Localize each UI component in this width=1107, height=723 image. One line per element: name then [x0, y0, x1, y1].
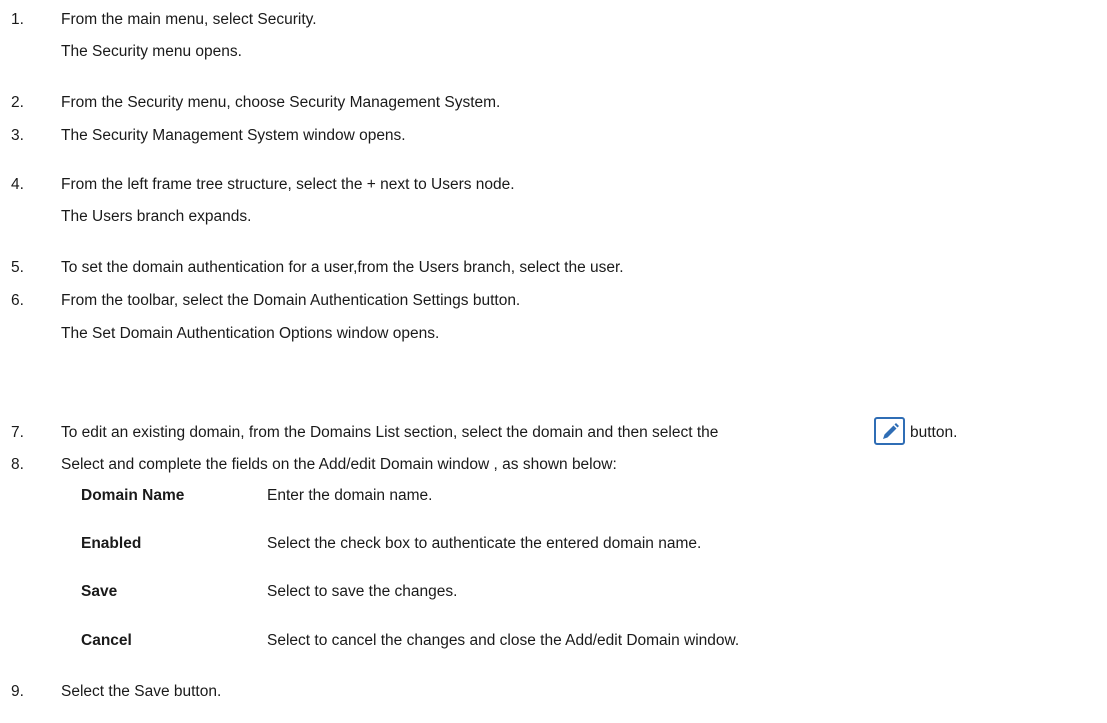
- step-7-number: 7.: [11, 424, 24, 441]
- field-term-cancel: Cancel: [81, 632, 132, 649]
- field-term-enabled: Enabled: [81, 535, 142, 552]
- step-9-number: 9.: [11, 683, 24, 700]
- step-3-text: The Security Management System window op…: [61, 127, 406, 144]
- step-1-number: 1.: [11, 11, 24, 28]
- step-2-text: From the Security menu, choose Security …: [61, 94, 501, 111]
- step-8-number: 8.: [11, 456, 24, 473]
- step-1-text: From the main menu, select Security.: [61, 11, 317, 28]
- field-term-save: Save: [81, 583, 118, 600]
- step-5-number: 5.: [11, 259, 24, 276]
- step-9-text: Select the Save button.: [61, 683, 222, 700]
- step-6-result: The Set Domain Authentication Options wi…: [61, 325, 440, 342]
- step-7-text: To edit an existing domain, from the Dom…: [61, 424, 719, 441]
- step-5-text: To set the domain authentication for a u…: [61, 259, 624, 276]
- step-4-result: The Users branch expands.: [61, 208, 252, 225]
- field-def-domain-name: Enter the domain name.: [267, 487, 433, 504]
- step-4-number: 4.: [11, 176, 24, 193]
- edit-pencil-icon: [874, 417, 905, 445]
- field-term-domain-name: Domain Name: [81, 487, 185, 504]
- step-3-number: 3.: [11, 127, 24, 144]
- step-7-text-after: button.: [910, 424, 958, 441]
- step-4-text: From the left frame tree structure, sele…: [61, 176, 515, 193]
- field-def-cancel: Select to cancel the changes and close t…: [267, 632, 740, 649]
- field-def-enabled: Select the check box to authenticate the…: [267, 535, 702, 552]
- step-1-result: The Security menu opens.: [61, 43, 242, 60]
- step-6-text: From the toolbar, select the Domain Auth…: [61, 292, 521, 309]
- step-6-number: 6.: [11, 292, 24, 309]
- field-def-save: Select to save the changes.: [267, 583, 458, 600]
- step-2-number: 2.: [11, 94, 24, 111]
- step-8-text: Select and complete the fields on the Ad…: [61, 456, 617, 473]
